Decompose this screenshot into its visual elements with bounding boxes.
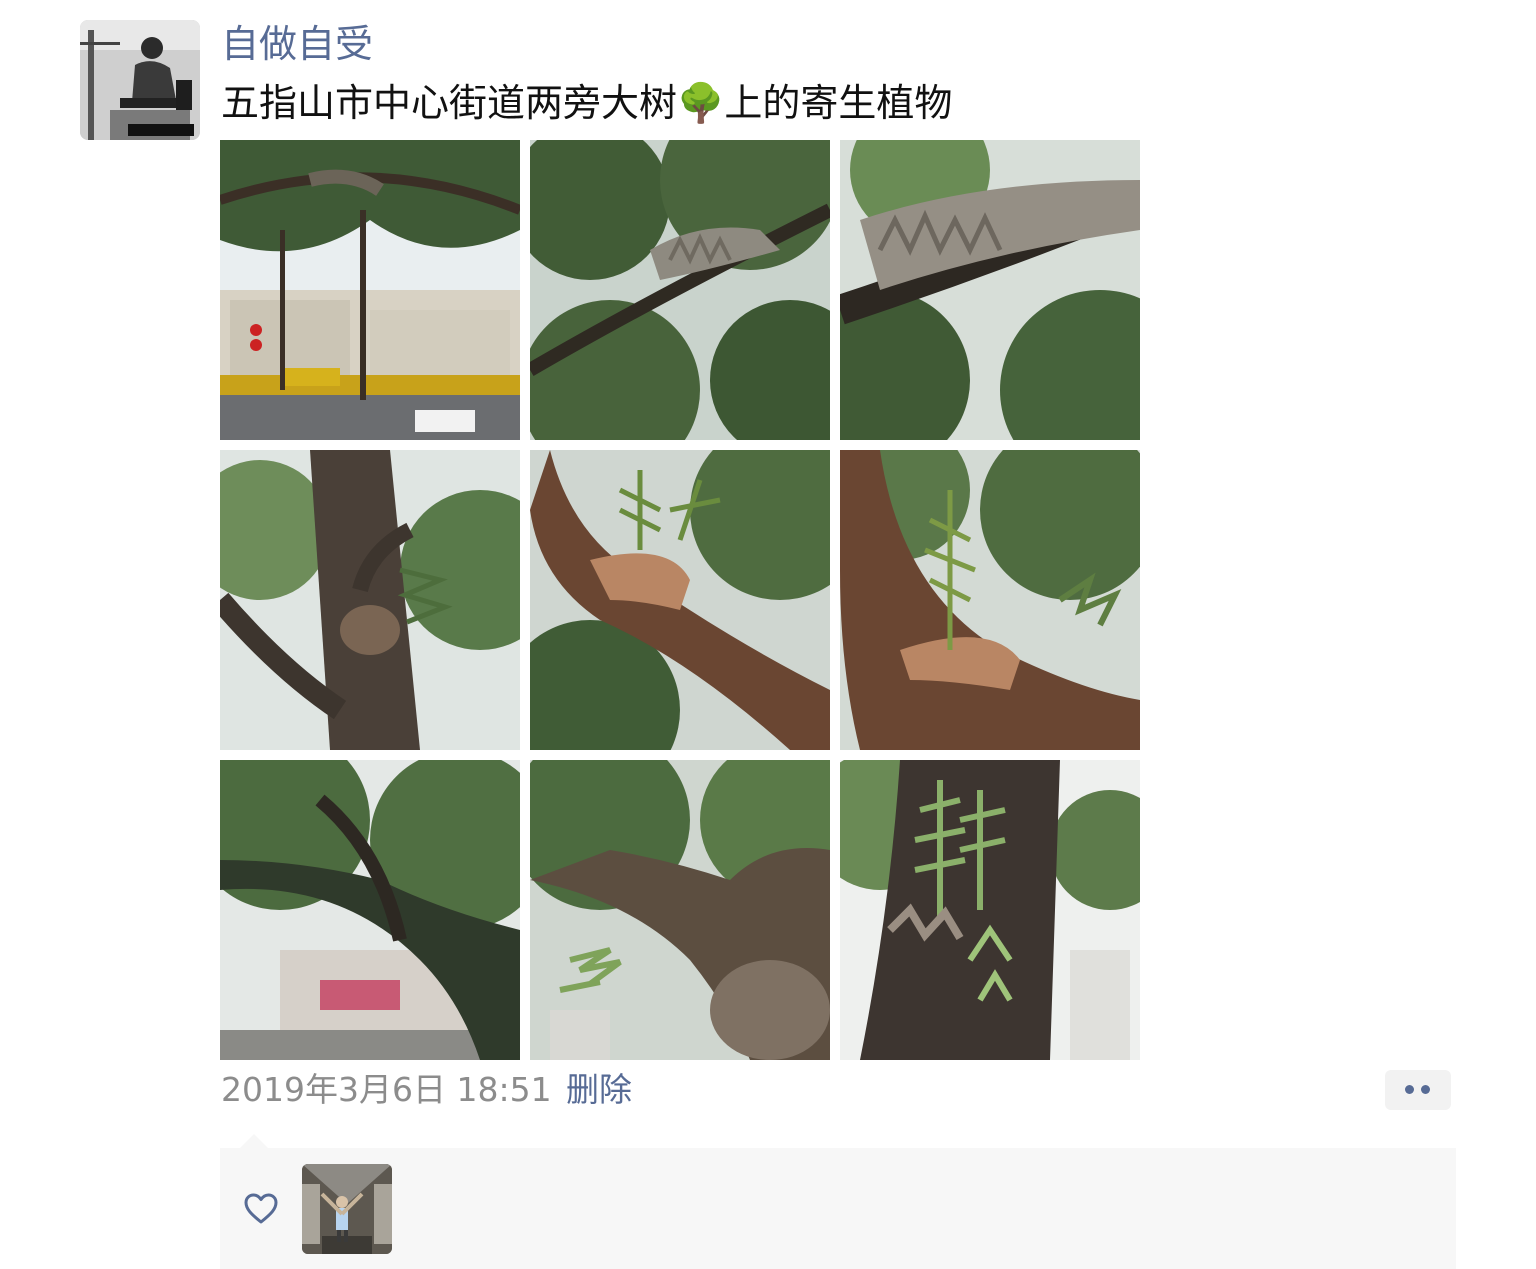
author-name[interactable]: 自做自受 — [221, 20, 373, 68]
more-dots-icon — [1405, 1085, 1414, 1094]
delete-link[interactable]: 删除 — [566, 1067, 632, 1113]
photo-thumbnail[interactable] — [840, 140, 1140, 440]
more-dots-icon — [1421, 1085, 1430, 1094]
post-timestamp: 2019年3月6日 18:51 — [221, 1070, 552, 1109]
photo-thumbnail[interactable] — [530, 450, 830, 750]
photo-thumbnail[interactable] — [220, 450, 520, 750]
author-avatar[interactable] — [80, 20, 200, 140]
photo-thumbnail[interactable] — [840, 450, 1140, 750]
photo-thumbnail[interactable] — [530, 140, 830, 440]
heart-icon — [243, 1192, 279, 1226]
photo-thumbnail[interactable] — [220, 140, 520, 440]
photo-thumbnail[interactable] — [220, 760, 520, 1060]
photo-grid — [220, 140, 1140, 1060]
likes-panel — [220, 1148, 1456, 1269]
photo-thumbnail[interactable] — [840, 760, 1140, 1060]
photo-thumbnail[interactable] — [530, 760, 830, 1060]
post-text: 五指山市中心街道两旁大树🌳上的寄生植物 — [221, 81, 953, 125]
more-actions-button[interactable] — [1385, 1070, 1451, 1110]
liker-avatar[interactable] — [302, 1164, 392, 1254]
likes-panel-arrow — [240, 1134, 268, 1148]
